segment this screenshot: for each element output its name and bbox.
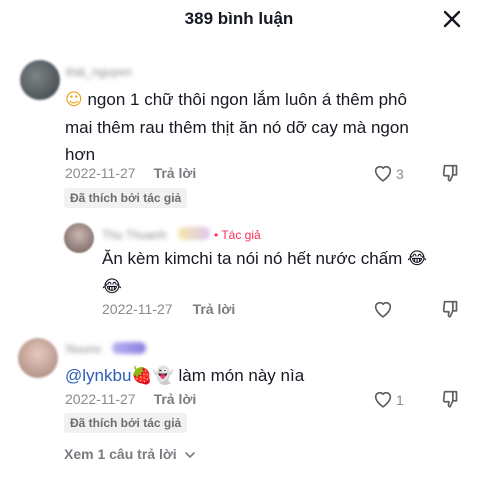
like-count: 3 [396,166,404,182]
reply-button[interactable]: Trả lời [193,301,236,317]
comment-date: 2022-11-27 [102,301,173,317]
chevron-down-icon [184,452,195,459]
comments-header: 389 bình luận [0,0,478,40]
avatar[interactable] [64,223,94,253]
comment-count-title: 389 bình luận [184,9,294,28]
comment-meta: 2022-11-27 Trả lời [65,391,196,407]
relieved-face-icon: ☺ [65,90,83,110]
username-sticker [112,342,146,354]
like-count: 1 [396,392,404,408]
comment-text: ☺ ngon 1 chữ thôi ngon lắm luôn á thêm p… [65,86,445,168]
comment-line-1: Ăn kèm kimchi ta nói nó hết nước chấm [102,249,403,268]
mention-link[interactable]: @lynkbu [65,366,131,385]
view-replies-button[interactable]: Xem 1 câu trả lời [64,446,196,462]
close-icon[interactable] [441,8,463,30]
liked-by-author-badge: Đã thích bởi tác giả [64,188,188,208]
avatar[interactable] [18,338,58,378]
avatar[interactable] [20,60,60,100]
comment-username[interactable]: Thu Thuanh [102,228,167,242]
reply-button[interactable]: Trả lời [154,165,197,181]
laughing-face-icon: 😂 [407,249,427,269]
comment-line-1: ngon 1 chữ thôi ngon lắm luôn á thêm phô [87,90,407,109]
dislike-icon[interactable] [440,298,462,320]
dislike-icon[interactable] [440,162,462,184]
heart-icon[interactable] [372,162,394,184]
comment-text: Ăn kèm kimchi ta nói nó hết nước chấm 😂 … [102,245,452,301]
comment-username[interactable]: Nuuno [66,342,101,356]
comment-meta: 2022-11-27 Trả lời [102,301,235,317]
laughing-face-icon: 😂 [102,277,122,297]
comment-line-1: làm món này nìa [178,366,305,385]
view-replies-label: Xem 1 câu trả lời [64,446,177,462]
comment-text: @lynkbu🍓👻 làm món này nìa [65,362,445,390]
comment-line-2: mai thêm rau thêm thịt ăn nó dỡ cay mà n… [65,118,409,137]
comment-date: 2022-11-27 [65,391,136,407]
strawberry-ghost-icons: 🍓👻 [131,366,174,386]
heart-icon[interactable] [372,298,394,320]
author-tag: • Tác giả [214,228,261,242]
comment-line-3: hơn [65,145,96,164]
comment-username[interactable]: thái_nguyen [66,65,131,79]
reply-button[interactable]: Trả lời [154,391,197,407]
heart-icon[interactable] [372,388,394,410]
comment-meta: 2022-11-27 Trả lời [65,165,196,181]
dislike-icon[interactable] [440,388,462,410]
comment-date: 2022-11-27 [65,165,136,181]
liked-by-author-badge: Đã thích bởi tác giả [64,413,188,433]
username-sticker [178,227,210,240]
